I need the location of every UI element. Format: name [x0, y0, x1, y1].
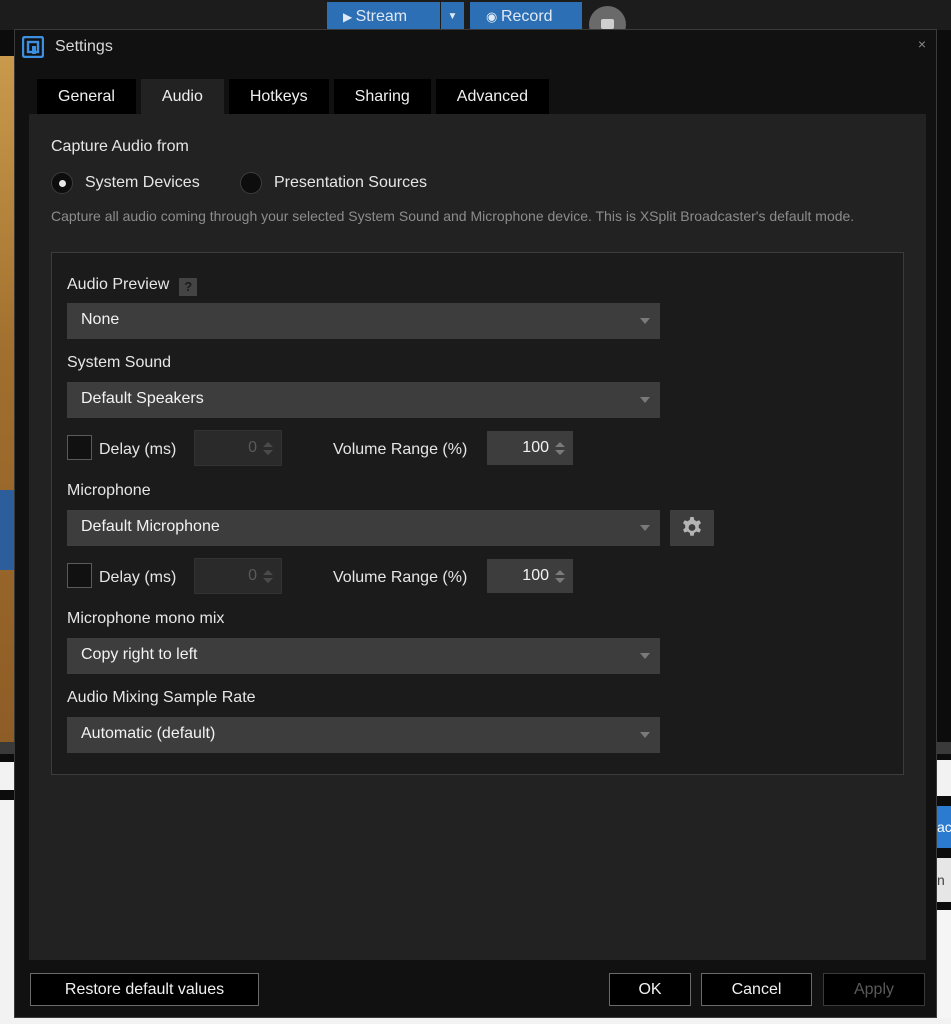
title-bar[interactable]: Settings ×	[15, 30, 936, 64]
radio-button[interactable]	[51, 172, 73, 194]
close-icon[interactable]: ×	[918, 36, 926, 52]
background-bottom	[0, 1018, 951, 1024]
microphone-delay-input[interactable]: 0	[194, 558, 282, 594]
radio-presentation-sources[interactable]: Presentation Sources	[240, 172, 427, 194]
system-sound-volume-input[interactable]: 100	[486, 430, 574, 466]
system-sound-delay-label: Delay (ms)	[99, 441, 177, 458]
system-sound-label: System Sound	[67, 354, 172, 371]
microphone-delay-checkbox[interactable]	[67, 563, 92, 588]
sample-rate-label: Audio Mixing Sample Rate	[67, 689, 256, 706]
mono-mix-label: Microphone mono mix	[67, 610, 225, 627]
stream-button[interactable]: ▶ Stream	[327, 2, 440, 32]
audio-devices-panel: Audio Preview? None System Sound Default…	[51, 252, 904, 775]
spinner-arrows-icon[interactable]	[555, 570, 565, 584]
gear-icon	[683, 517, 701, 536]
record-button[interactable]: ◉ Record	[470, 2, 582, 32]
tab-sharing[interactable]: Sharing	[333, 79, 431, 115]
tab-audio[interactable]: Audio	[140, 79, 224, 115]
chevron-down-icon	[640, 653, 650, 659]
spinner-arrows-icon[interactable]	[263, 570, 273, 584]
audio-preview-select[interactable]: None	[67, 303, 660, 339]
chevron-down-icon	[640, 397, 650, 403]
settings-dialog: Settings × General Audio Hotkeys Sharing…	[14, 29, 937, 1018]
stream-dropdown-button[interactable]: ▼	[441, 2, 464, 32]
background-panel-left	[0, 762, 14, 790]
chevron-down-icon: ▼	[447, 11, 458, 22]
background-button-right[interactable]: ac	[937, 806, 951, 848]
background-button-right-2[interactable]: n	[937, 858, 951, 902]
radio-label: System Devices	[85, 174, 200, 191]
microphone-label: Microphone	[67, 482, 151, 499]
mono-mix-select[interactable]: Copy right to left	[67, 638, 660, 674]
preview-area-detail	[0, 490, 14, 570]
radio-label: Presentation Sources	[274, 174, 427, 191]
dialog-title: Settings	[55, 38, 113, 55]
microphone-select[interactable]: Default Microphone	[67, 510, 660, 546]
system-sound-select[interactable]: Default Speakers	[67, 382, 660, 418]
ok-button[interactable]: OK	[609, 973, 691, 1006]
tab-general[interactable]: General	[37, 79, 136, 115]
play-icon: ▶	[343, 10, 356, 24]
radio-button[interactable]	[240, 172, 262, 194]
system-sound-volume-label: Volume Range (%)	[333, 441, 468, 458]
xsplit-logo-icon	[22, 36, 44, 58]
restore-defaults-button[interactable]: Restore default values	[30, 973, 259, 1006]
microphone-delay-label: Delay (ms)	[99, 569, 177, 586]
spinner-arrows-icon[interactable]	[555, 442, 565, 456]
system-sound-delay-input[interactable]: 0	[194, 430, 282, 466]
spinner-arrows-icon[interactable]	[263, 442, 273, 456]
sample-rate-select[interactable]: Automatic (default)	[67, 717, 660, 753]
background-panel-left-lower	[0, 800, 14, 1024]
microphone-volume-input[interactable]: 100	[486, 558, 574, 594]
audio-tab-content: Capture Audio from System Devices Presen…	[29, 114, 926, 960]
chevron-down-icon	[640, 732, 650, 738]
apply-button[interactable]: Apply	[823, 973, 925, 1006]
capture-description: Capture all audio coming through your se…	[51, 208, 855, 224]
settings-tabs: General Audio Hotkeys Sharing Advanced	[37, 79, 554, 115]
capture-audio-heading: Capture Audio from	[51, 138, 189, 155]
tab-advanced[interactable]: Advanced	[435, 79, 549, 115]
radio-system-devices[interactable]: System Devices	[51, 172, 200, 194]
cancel-button[interactable]: Cancel	[701, 973, 812, 1006]
system-sound-delay-checkbox[interactable]	[67, 435, 92, 460]
help-icon[interactable]: ?	[179, 278, 198, 296]
chevron-down-icon	[640, 525, 650, 531]
background-panel-right-lower	[937, 910, 951, 1024]
microphone-settings-button[interactable]	[670, 510, 714, 546]
chevron-down-icon	[640, 318, 650, 324]
background-panel-right	[937, 760, 951, 796]
microphone-volume-label: Volume Range (%)	[333, 569, 468, 586]
record-dot-icon: ◉	[486, 9, 501, 24]
tab-hotkeys[interactable]: Hotkeys	[228, 79, 329, 115]
preview-area	[0, 56, 14, 742]
audio-preview-label: Audio Preview?	[67, 276, 198, 296]
